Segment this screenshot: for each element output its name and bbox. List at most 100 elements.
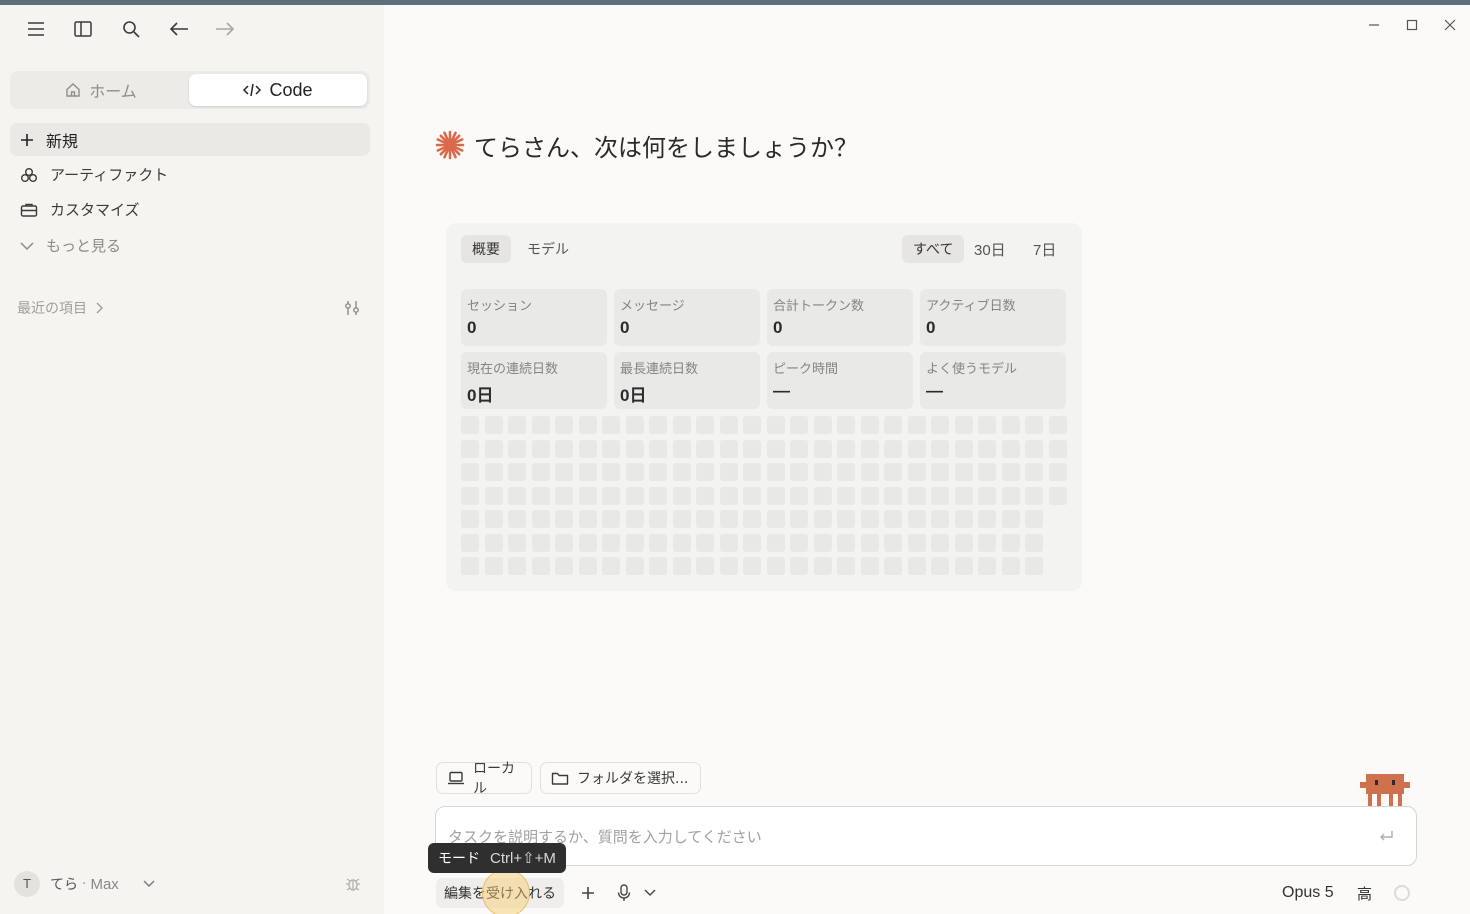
minimize-icon[interactable] [1362,13,1386,37]
sidebar-item-artifacts[interactable]: アーティファクト [10,158,370,191]
heatmap-cell [837,534,855,552]
heatmap-cell [955,440,973,458]
heatmap-cell [884,534,902,552]
menu-icon[interactable] [20,15,52,43]
briefcase-icon [20,202,38,218]
range-7-days[interactable]: 7日 [1022,235,1067,263]
filter-icon[interactable] [341,297,363,319]
maximize-icon[interactable] [1400,13,1424,37]
heatmap-cell [1049,463,1067,481]
heatmap-cell [1002,416,1020,434]
sidebar-item-new[interactable]: 新規 [10,123,370,156]
heatmap-cell [978,440,996,458]
app-window: ホーム Code 新規 アーティファクト カスタマイズ もっと見る 最近の項目 … [0,5,1470,914]
select-folder-button[interactable]: フォルダを選択... [540,762,701,794]
heatmap-cell [1002,463,1020,481]
heatmap-cell [602,534,620,552]
heatmap-cell [978,487,996,505]
heatmap-cell [649,487,667,505]
recent-items-header[interactable]: 最近の項目 [17,295,373,321]
heatmap-cell [814,534,832,552]
usage-stats-panel: 概要 モデル すべて 30日 7日 セッション 0 メッセージ 0 合計トークン… [446,223,1082,591]
search-icon[interactable] [115,15,147,43]
heatmap-cell [626,440,644,458]
heatmap-cell [602,487,620,505]
microphone-icon[interactable] [612,881,636,905]
chevron-down-icon[interactable] [638,881,662,905]
tooltip-shortcut: Ctrl+⇧+M [490,850,556,867]
heatmap-cell [673,440,691,458]
heatmap-cell [461,487,479,505]
effort-selector[interactable]: 高 [1357,881,1372,905]
stat-value: 0日 [467,386,494,405]
enter-icon[interactable] [1376,827,1396,847]
back-arrow-icon[interactable] [163,15,195,43]
heatmap-cell [837,440,855,458]
heatmap-cell [673,487,691,505]
environment-local-button[interactable]: ローカル [436,761,532,797]
prompt-input[interactable] [448,824,1348,850]
stat-card-active-days: アクティブ日数 0 [920,289,1066,346]
heatmap-cell [837,487,855,505]
stat-value: 0 [926,318,936,337]
heatmap-cell [626,534,644,552]
heatmap-cell [1025,487,1043,505]
prompt-composer [435,806,1417,866]
heatmap-cell [532,416,550,434]
heatmap-cell [485,510,503,528]
range-30-days[interactable]: 30日 [963,235,1017,263]
greeting: てらさん、次は何をしましょうか？ [434,123,858,167]
heatmap-cell [720,416,738,434]
heatmap-cell [743,463,761,481]
forward-arrow-icon[interactable] [209,15,241,43]
heatmap-cell [696,487,714,505]
heatmap-cell [931,487,949,505]
heatmap-cell [461,557,479,575]
heatmap-cell [696,416,714,434]
sidebar-item-customize[interactable]: カスタマイズ [10,193,370,226]
heatmap-cell [532,463,550,481]
folder-icon [551,771,569,786]
heatmap-cell [743,510,761,528]
heatmap-cell [790,440,808,458]
heatmap-cell [696,557,714,575]
permission-mode-button[interactable]: 編集を受け入れる [436,878,564,908]
heatmap-cell [978,416,996,434]
heatmap-cell [978,534,996,552]
heatmap-cell [673,557,691,575]
select-folder-label: フォルダを選択... [577,771,689,787]
heatmap-cell [673,416,691,434]
heatmap-cell [696,440,714,458]
stat-card-current-streak: 現在の連続日数 0日 [461,352,607,409]
bug-icon[interactable] [340,871,366,897]
heatmap-cell [1025,534,1043,552]
tab-code[interactable]: Code [189,74,367,106]
user-menu[interactable]: T てら · Max [14,869,374,899]
sidebar-toggle-icon[interactable] [67,15,99,43]
tab-overview[interactable]: 概要 [461,235,511,263]
range-all[interactable]: すべて [902,235,965,263]
heatmap-cell [1025,557,1043,575]
heatmap-cell [649,534,667,552]
heatmap-cell [978,557,996,575]
heatmap-cell [720,440,738,458]
tab-home[interactable]: ホーム [13,74,189,106]
heatmap-cell [814,463,832,481]
heatmap-cell [555,534,573,552]
heatmap-cell [955,416,973,434]
add-attachment-icon[interactable] [576,881,600,905]
close-icon[interactable] [1438,13,1462,37]
model-selector[interactable]: Opus 5 [1282,881,1334,905]
heatmap-cell [884,487,902,505]
sidebar-item-more[interactable]: もっと見る [10,229,370,262]
heatmap-cell [602,463,620,481]
stat-label: 合計トークン数 [773,299,865,314]
tab-models[interactable]: モデル [516,235,580,263]
heatmap-cell [884,416,902,434]
heatmap-cell [579,534,597,552]
heatmap-cell [1002,510,1020,528]
heatmap-cell [1002,487,1020,505]
heatmap-cell [861,510,879,528]
heatmap-cell [626,416,644,434]
heatmap-cell [461,440,479,458]
